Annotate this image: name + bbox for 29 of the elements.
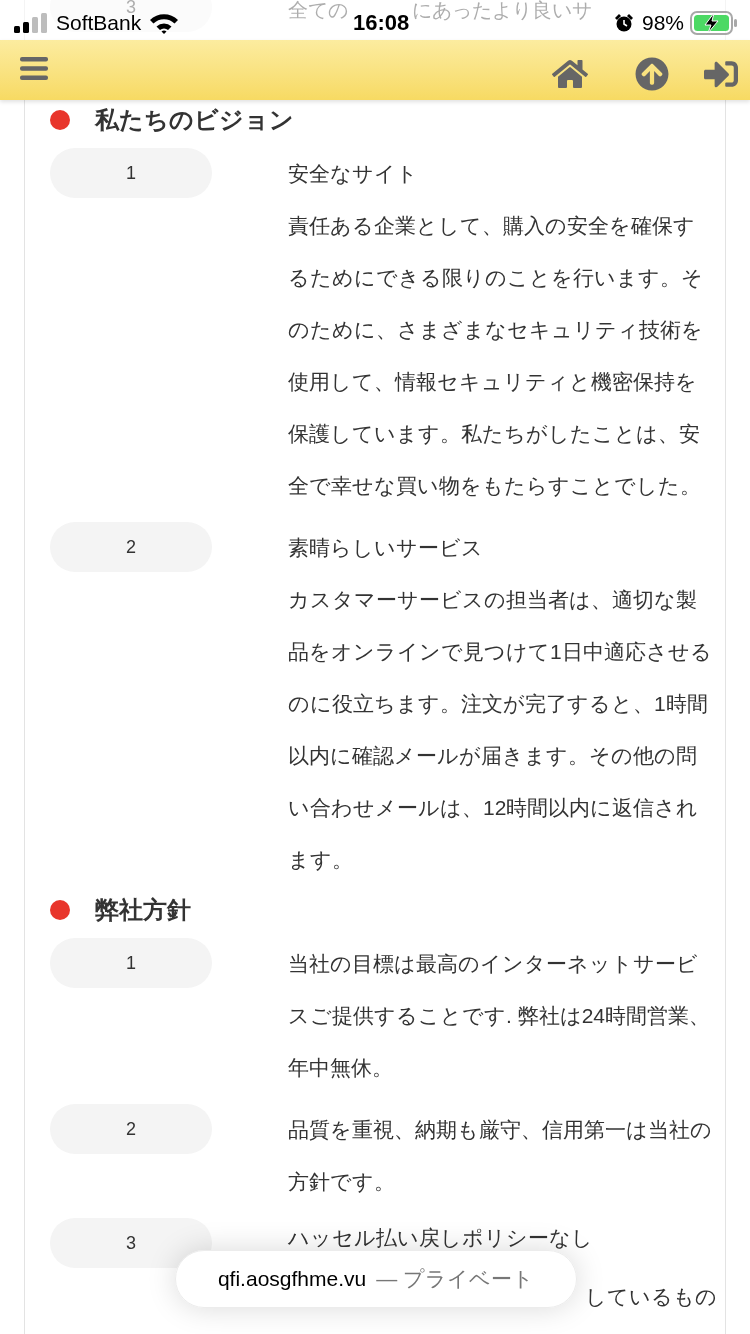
wifi-icon <box>149 11 180 34</box>
carrier-name: SoftBank <box>56 13 142 32</box>
item-description: にあったより良いサ <box>412 0 592 23</box>
item-description: 当社の目標は最高のインターネットサービスご提供することです. 弊社は24時間営業、年中無休。 <box>288 951 712 1081</box>
menu-icon[interactable] <box>20 56 48 80</box>
item-title: 安全なサイト <box>288 161 419 187</box>
item-description: しているもの <box>585 1285 717 1308</box>
item-description: ハッセル払い戻しポリシーなし <box>288 1225 594 1251</box>
bullet-dot-icon <box>50 110 70 130</box>
item-number: 1 <box>50 938 212 988</box>
bullet-dot-icon <box>50 900 70 920</box>
url-domain: qfi.aosgfhme.vu <box>217 1266 367 1293</box>
url-bar[interactable]: qfi.aosgfhme.vu — プライベート <box>175 1250 577 1308</box>
item-description: カスタマーサービスの担当者は、適切な製品をオンラインで見つけて1日中適応させるのに役立ちます。注文が完了すると、1時間以内に確認メールが届きます。その他の問い合わせメールは、12時間以内に返信されます。 <box>288 587 712 873</box>
item-number: 3 <box>50 1218 212 1268</box>
clock-time: 16:08 <box>353 13 410 32</box>
item-number: 2 <box>50 1104 212 1154</box>
item-number: 1 <box>50 148 212 198</box>
section-heading: 弊社方針 <box>95 895 191 925</box>
item-number: 2 <box>50 522 212 572</box>
section-heading: 私たちのビジョン <box>95 105 294 135</box>
alarm-clock-icon <box>613 12 634 33</box>
item-title: 素晴らしいサービス <box>288 535 484 561</box>
battery-percent: 98% <box>641 13 684 32</box>
item-description: 品質を重視、納期も厳守、信用第一は当社の方針です。 <box>288 1117 712 1195</box>
item-description: 責任ある企業として、購入の安全を確保するためにできる限りのことを行います。そのために、さまざまなセキュリティ技術を使用して、情報セキュリティと機密保持を保護しています。私たちがしたことは、安全で幸せな買い物をもたらすことでした。 <box>288 213 704 499</box>
signal-icon <box>14 12 48 33</box>
item-description: 全ての <box>288 0 348 23</box>
private-label: — プライベート <box>376 1266 535 1293</box>
